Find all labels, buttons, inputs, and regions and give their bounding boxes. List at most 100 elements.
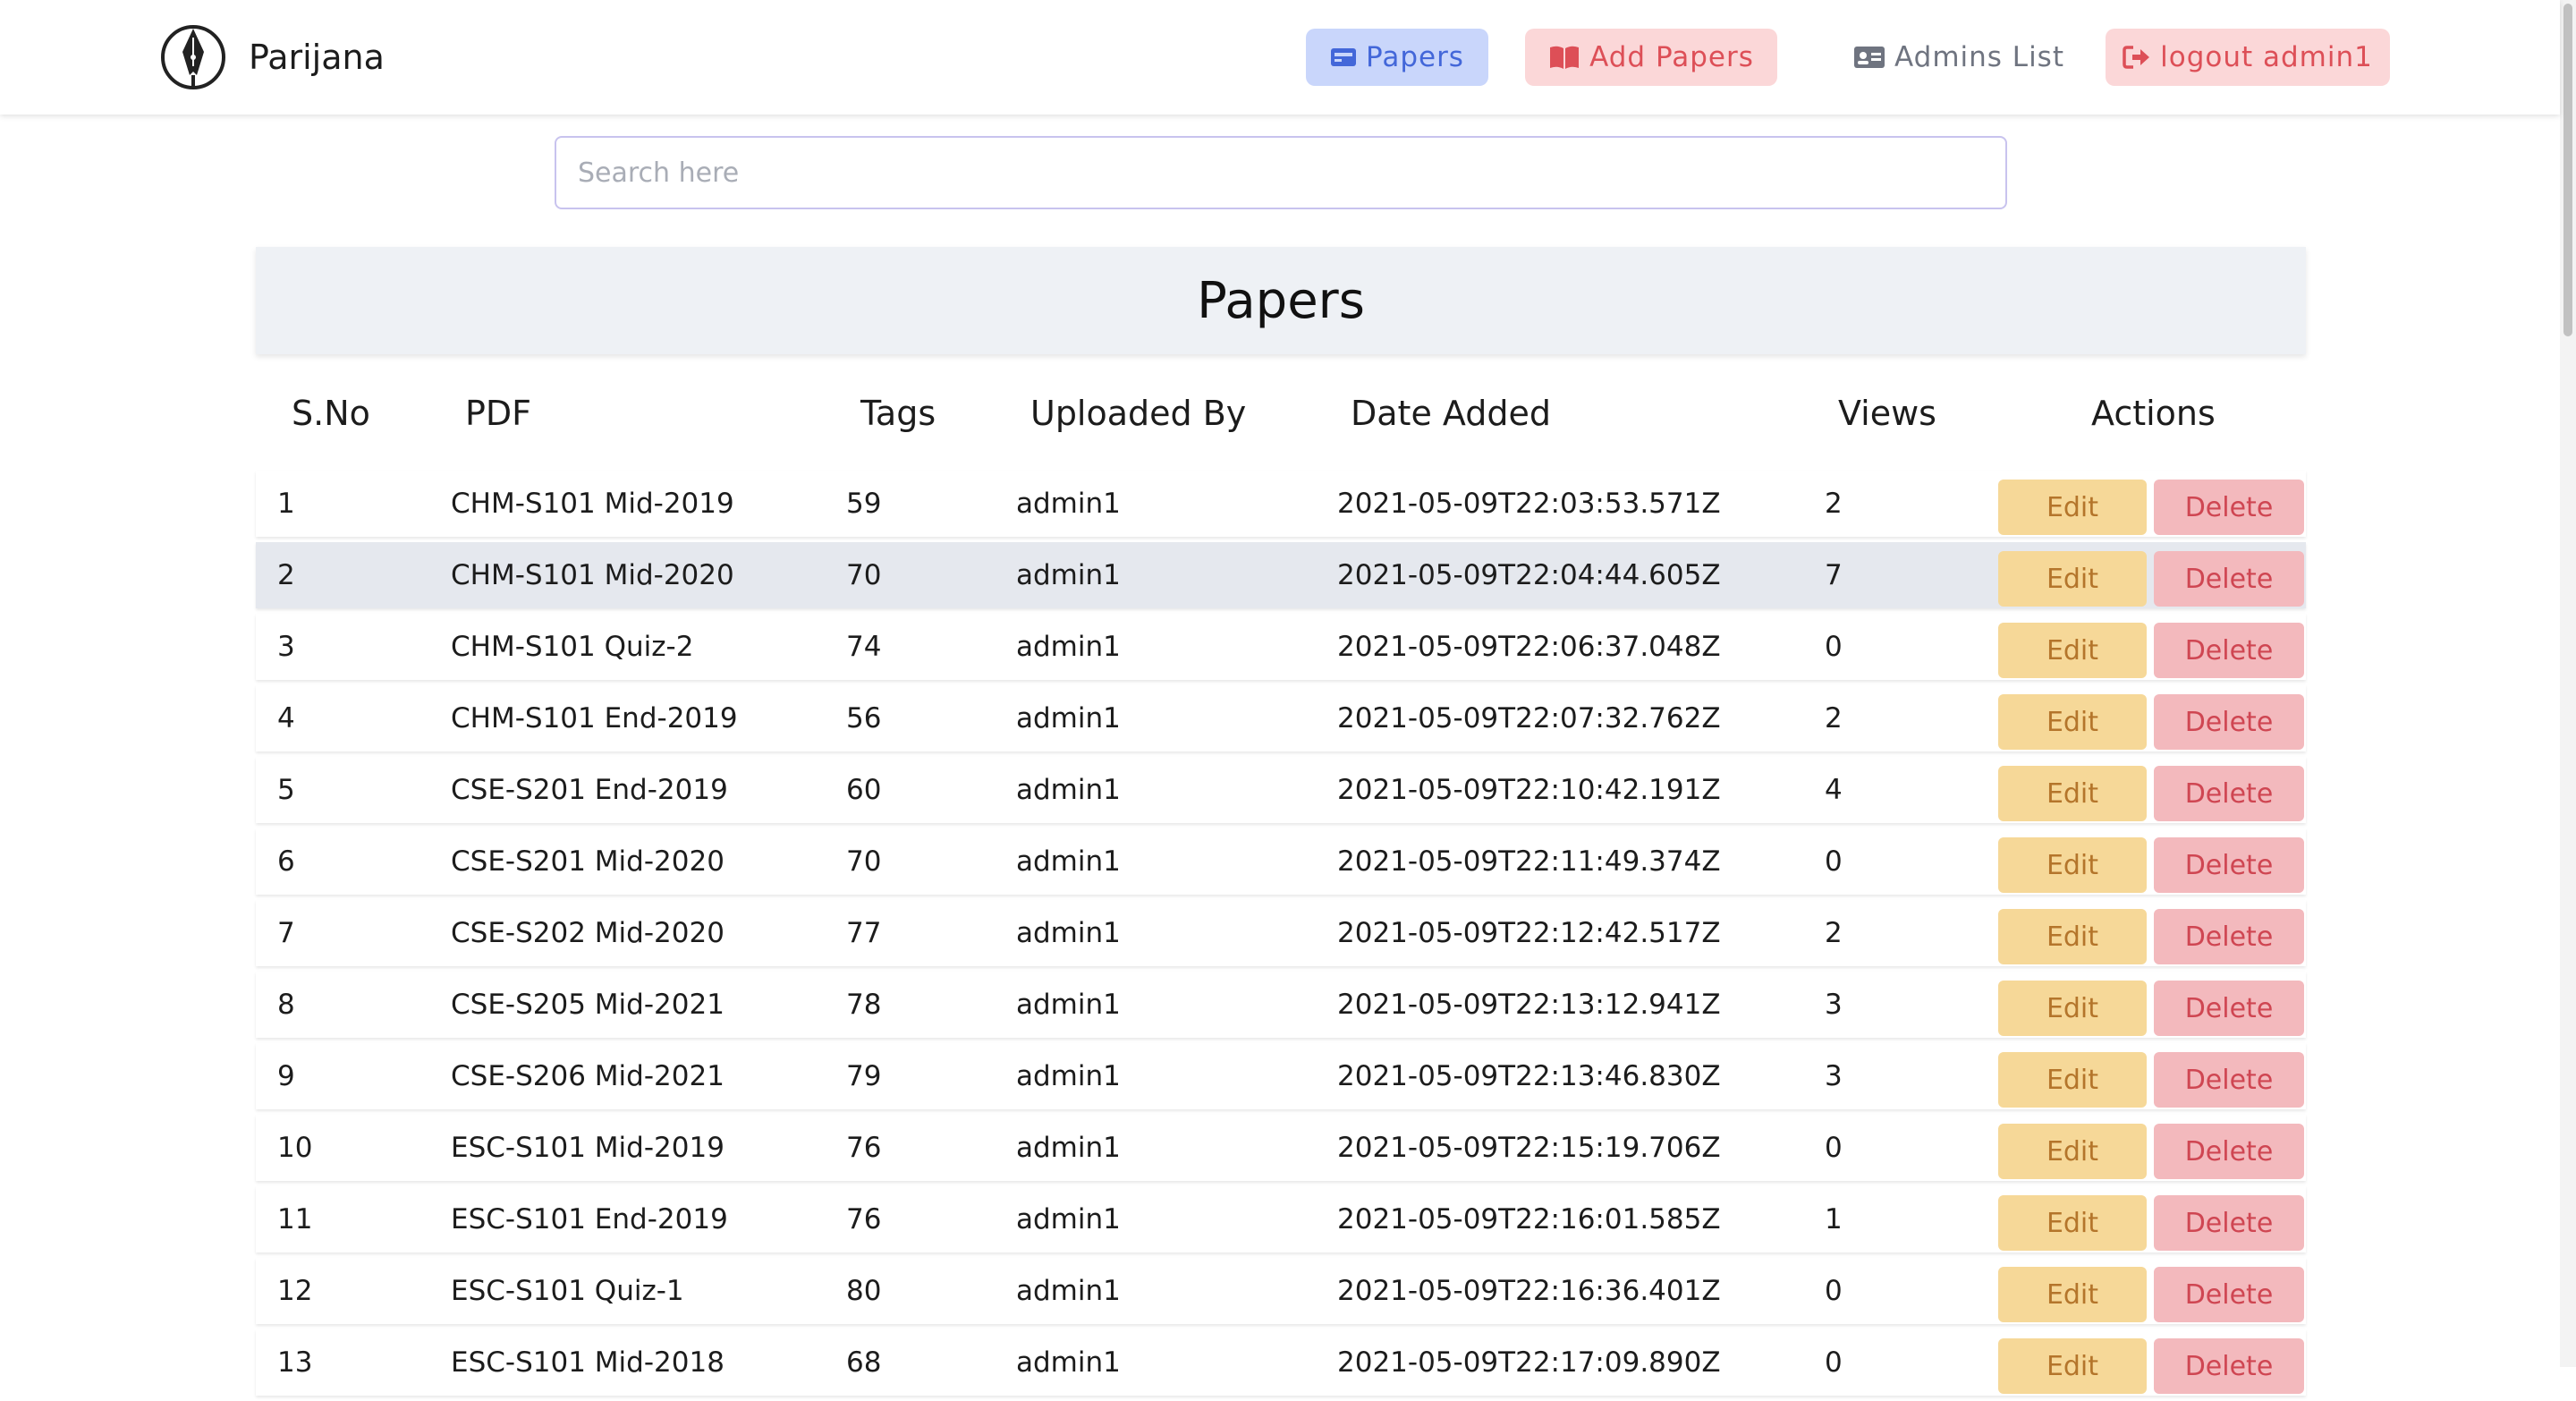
edit-button[interactable]: Edit <box>1998 1267 2147 1322</box>
delete-button[interactable]: Delete <box>2154 766 2304 821</box>
nav-admins-list-button[interactable]: Admins List <box>1825 29 2093 86</box>
table-row[interactable]: 4 CHM-S101 End-2019 56 admin1 2021-05-09T22:… <box>256 685 2306 751</box>
cell-pdf: CHM-S101 Quiz-2 <box>451 631 694 663</box>
table-row[interactable]: 1 CHM-S101 Mid-2019 59 admin1 2021-05-09T22:… <box>256 471 2306 537</box>
delete-button[interactable]: Delete <box>2154 837 2304 893</box>
cell-views: 2 <box>1825 702 1843 734</box>
cell-tags: 79 <box>846 1060 882 1092</box>
cell-sno: 1 <box>277 488 295 520</box>
cell-pdf: ESC-S101 Mid-2019 <box>451 1132 724 1164</box>
cell-sno: 13 <box>277 1346 313 1379</box>
cell-pdf: CSE-S202 Mid-2020 <box>451 917 724 949</box>
cell-uploaded-by: admin1 <box>1016 488 1121 520</box>
cell-views: 3 <box>1825 1060 1843 1092</box>
edit-button[interactable]: Edit <box>1998 837 2147 893</box>
cell-date-added: 2021-05-09T22:16:01.585Z <box>1337 1203 1721 1235</box>
cell-uploaded-by: admin1 <box>1016 1060 1121 1092</box>
cell-views: 3 <box>1825 989 1843 1021</box>
cell-views: 0 <box>1825 1275 1843 1307</box>
cell-tags: 76 <box>846 1203 882 1235</box>
cell-pdf: CHM-S101 Mid-2019 <box>451 488 734 520</box>
page-title-panel: Papers <box>256 247 2306 354</box>
edit-button[interactable]: Edit <box>1998 694 2147 750</box>
cell-pdf: CHM-S101 End-2019 <box>451 702 738 734</box>
cell-sno: 11 <box>277 1203 313 1235</box>
edit-button[interactable]: Edit <box>1998 1052 2147 1108</box>
nav-add-papers-label: Add Papers <box>1589 41 1754 73</box>
cell-views: 2 <box>1825 917 1843 949</box>
brand[interactable]: Parijana <box>159 21 385 93</box>
delete-button[interactable]: Delete <box>2154 1338 2304 1394</box>
cell-views: 0 <box>1825 1346 1843 1379</box>
table-row[interactable]: 10 ESC-S101 Mid-2019 76 admin1 2021-05-09T22… <box>256 1115 2306 1181</box>
cell-sno: 2 <box>277 559 295 591</box>
edit-button[interactable]: Edit <box>1998 551 2147 607</box>
table-row[interactable]: 3 CHM-S101 Quiz-2 74 admin1 2021-05-09T22:06… <box>256 614 2306 680</box>
cell-pdf: CHM-S101 Mid-2020 <box>451 559 734 591</box>
delete-button[interactable]: Delete <box>2154 623 2304 678</box>
delete-button[interactable]: Delete <box>2154 981 2304 1036</box>
delete-button[interactable]: Delete <box>2154 551 2304 607</box>
cell-sno: 7 <box>277 917 295 949</box>
edit-button[interactable]: Edit <box>1998 981 2147 1036</box>
edit-button[interactable]: Edit <box>1998 766 2147 821</box>
edit-button[interactable]: Edit <box>1998 623 2147 678</box>
page-title: Papers <box>1197 271 1365 330</box>
nav-logout-button[interactable]: logout admin1 <box>2106 29 2390 86</box>
delete-button[interactable]: Delete <box>2154 480 2304 535</box>
table-row[interactable]: 6 CSE-S201 Mid-2020 70 admin1 2021-05-09T22:… <box>256 828 2306 895</box>
cell-date-added: 2021-05-09T22:07:32.762Z <box>1337 702 1721 734</box>
cell-views: 0 <box>1825 631 1843 663</box>
cell-views: 4 <box>1825 774 1843 806</box>
page-scrollbar[interactable] <box>2560 0 2576 1367</box>
edit-button[interactable]: Edit <box>1998 1124 2147 1179</box>
cell-date-added: 2021-05-09T22:03:53.571Z <box>1337 488 1721 520</box>
cell-tags: 77 <box>846 917 882 949</box>
table-row[interactable]: 12 ESC-S101 Quiz-1 80 admin1 2021-05-09T22:1… <box>256 1258 2306 1324</box>
nav-admins-list-label: Admins List <box>1894 41 2064 73</box>
cell-uploaded-by: admin1 <box>1016 845 1121 878</box>
table-row[interactable]: 13 ESC-S101 Mid-2018 68 admin1 2021-05-09T22… <box>256 1329 2306 1396</box>
cell-pdf: CSE-S201 End-2019 <box>451 774 728 806</box>
edit-button[interactable]: Edit <box>1998 1195 2147 1251</box>
delete-button[interactable]: Delete <box>2154 909 2304 964</box>
table-row[interactable]: 7 CSE-S202 Mid-2020 77 admin1 2021-05-09T22:… <box>256 900 2306 966</box>
delete-button[interactable]: Delete <box>2154 1195 2304 1251</box>
delete-button[interactable]: Delete <box>2154 1267 2304 1322</box>
brand-name: Parijana <box>249 38 385 77</box>
pen-nib-logo-icon <box>161 25 225 89</box>
header-uploaded-by: Uploaded By <box>1030 394 1247 433</box>
cell-tags: 70 <box>846 845 882 878</box>
cell-tags: 80 <box>846 1275 882 1307</box>
cell-tags: 59 <box>846 488 882 520</box>
table-row[interactable]: 9 CSE-S206 Mid-2021 79 admin1 2021-05-09T22:… <box>256 1043 2306 1109</box>
cell-tags: 68 <box>846 1346 882 1379</box>
nav-papers-label: Papers <box>1366 41 1464 73</box>
delete-button[interactable]: Delete <box>2154 694 2304 750</box>
delete-button[interactable]: Delete <box>2154 1052 2304 1108</box>
cell-date-added: 2021-05-09T22:16:36.401Z <box>1337 1275 1721 1307</box>
edit-button[interactable]: Edit <box>1998 480 2147 535</box>
book-open-icon <box>1548 45 1580 70</box>
cell-date-added: 2021-05-09T22:13:12.941Z <box>1337 989 1721 1021</box>
id-card-icon <box>1853 45 1885 70</box>
cell-date-added: 2021-05-09T22:12:42.517Z <box>1337 917 1721 949</box>
table-row[interactable]: 5 CSE-S201 End-2019 60 admin1 2021-05-09T22:… <box>256 757 2306 823</box>
nav-add-papers-button[interactable]: Add Papers <box>1525 29 1777 86</box>
nav-papers-button[interactable]: Papers <box>1306 29 1488 86</box>
table-row[interactable]: 8 CSE-S205 Mid-2021 78 admin1 2021-05-09T22:… <box>256 972 2306 1038</box>
cell-views: 7 <box>1825 559 1843 591</box>
table-row[interactable]: 2 CHM-S101 Mid-2020 70 admin1 2021-05-09T22:… <box>256 542 2306 608</box>
edit-button[interactable]: Edit <box>1998 909 2147 964</box>
header-date-added: Date Added <box>1351 394 1551 433</box>
cell-pdf: CSE-S201 Mid-2020 <box>451 845 724 878</box>
cell-pdf: ESC-S101 Quiz-1 <box>451 1275 684 1307</box>
table-row[interactable]: 11 ESC-S101 End-2019 76 admin1 2021-05-09T22… <box>256 1186 2306 1252</box>
nav-logout-label: logout admin1 <box>2160 41 2373 73</box>
header-pdf: PDF <box>465 394 532 433</box>
edit-button[interactable]: Edit <box>1998 1338 2147 1394</box>
delete-button[interactable]: Delete <box>2154 1124 2304 1179</box>
search-input[interactable] <box>555 136 2007 209</box>
scrollbar-thumb[interactable] <box>2563 4 2572 336</box>
cell-views: 2 <box>1825 488 1843 520</box>
